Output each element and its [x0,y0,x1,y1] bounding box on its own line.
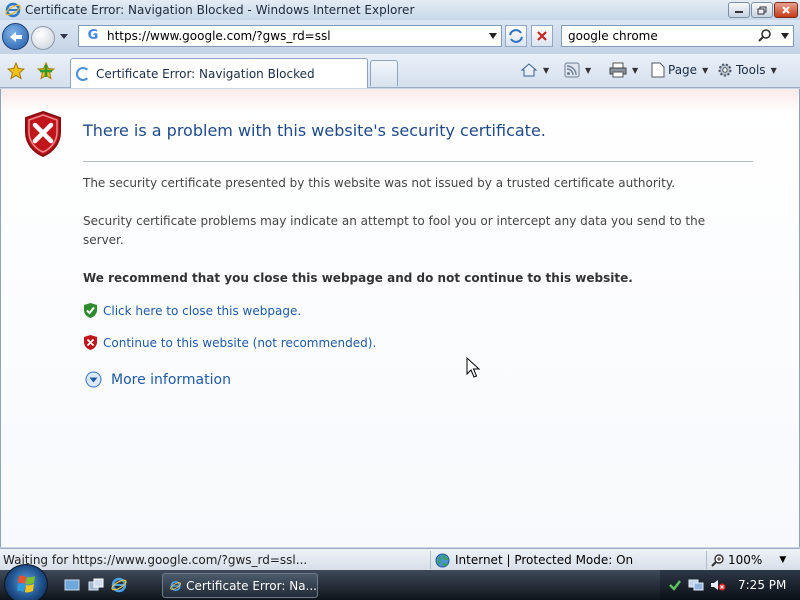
ie-icon [170,580,181,591]
address-bar[interactable]: G https://www.google.com/?gws_rd=ssl [78,25,502,47]
recent-pages-dropdown-icon[interactable] [59,31,69,41]
close-webpage-link[interactable]: Click here to close this webpage. [103,304,301,318]
tab-command-bar: Certificate Error: Navigation Blocked ▼ … [0,54,800,88]
clock[interactable]: 7:25 PM [738,578,786,592]
status-bar: Waiting for https://www.google.com/?gws_… [0,548,800,570]
certificate-explanation: The security certificate presented by th… [83,176,676,190]
search-box[interactable]: google chrome [561,25,794,47]
ie-quicklaunch-icon[interactable] [111,577,127,593]
home-icon [520,63,538,77]
page-dropdown-icon: ▼ [702,65,709,75]
zoom-icon [711,554,724,567]
restore-button[interactable] [751,2,773,18]
address-dropdown-icon[interactable] [489,33,497,39]
globe-icon [435,553,450,567]
zoom-level: 100% [728,553,763,567]
volume-muted-icon[interactable] [710,578,726,592]
error-shield-icon [25,110,61,158]
tools-dropdown-icon: ▼ [770,65,777,75]
minimize-button[interactable] [728,2,750,18]
tray-check-icon[interactable] [668,578,682,592]
taskbar-ie-window[interactable]: Certificate Error: Na... [162,573,318,598]
back-button[interactable] [2,23,29,50]
search-icon[interactable] [757,28,773,44]
minimize-icon [735,11,743,13]
tools-menu[interactable]: Tools ▼ [717,62,777,78]
print-button[interactable]: ▼ [609,62,638,78]
more-information-row[interactable]: More information [85,371,231,388]
add-favorites-icon[interactable] [37,62,55,80]
page-icon [651,62,665,78]
security-warning-text: Security certificate problems may indica… [83,214,706,247]
refresh-button[interactable] [505,25,527,47]
close-icon [782,6,790,14]
more-information-link[interactable]: More information [111,372,231,388]
print-dropdown-icon[interactable]: ▼ [632,66,638,75]
home-button[interactable]: ▼ [520,62,549,78]
google-g-icon: G [87,28,99,43]
feeds-icon [564,62,580,78]
page-content: There is a problem with this website's s… [0,89,800,547]
system-tray: 7:25 PM [660,570,800,600]
expand-circle-icon[interactable] [85,371,102,388]
loading-icon [76,66,90,81]
window-title-bar[interactable]: Certificate Error: Navigation Blocked - … [0,0,800,20]
back-arrow-icon [9,31,22,42]
tab-label: Certificate Error: Navigation Blocked [96,66,315,81]
tools-gear-icon [718,63,732,77]
recommendation-text: We recommend that you close this webpage… [83,271,633,285]
zone-text: Internet | Protected Mode: On [455,553,634,567]
stop-button[interactable] [531,25,553,47]
stop-icon [537,31,547,41]
start-button[interactable] [4,564,48,600]
zoom-control[interactable]: 100% ▼ [706,551,786,569]
window-title: Certificate Error: Navigation Blocked - … [25,3,415,17]
tools-menu-label: Tools [736,63,766,77]
search-dropdown-icon[interactable] [781,33,789,39]
network-icon[interactable] [688,578,704,592]
forward-arrow-icon [32,27,54,49]
search-input[interactable]: google chrome [568,29,658,43]
mouse-cursor-icon [466,357,480,378]
refresh-icon [509,29,523,43]
feeds-dropdown-icon[interactable]: ▼ [585,66,591,75]
close-window-button[interactable] [774,2,798,18]
page-menu[interactable]: Page ▼ [651,62,708,78]
new-tab-button[interactable] [370,60,398,86]
address-url[interactable]: https://www.google.com/?gws_rd=ssl [107,29,331,43]
zoom-dropdown-icon[interactable]: ▼ [779,555,786,565]
red-shield-icon [84,335,97,350]
continue-website-row[interactable]: Continue to this website (not recommende… [83,334,376,351]
windows-taskbar: Certificate Error: Na... 7:25 PM [0,564,800,600]
green-shield-icon [84,303,97,318]
window-controls [728,2,798,18]
security-zone[interactable]: Internet | Protected Mode: On [430,551,633,569]
navigation-bar: G https://www.google.com/?gws_rd=ssl goo… [0,20,800,54]
page-heading: There is a problem with this website's s… [83,121,546,140]
ie-icon [5,2,21,18]
restore-icon [757,6,767,14]
show-desktop-icon[interactable] [64,577,80,593]
home-dropdown-icon[interactable]: ▼ [543,66,549,75]
switch-windows-icon[interactable] [88,577,104,593]
continue-website-link[interactable]: Continue to this website (not recommende… [103,336,376,350]
close-webpage-row[interactable]: Click here to close this webpage. [83,302,301,319]
windows-start-icon [17,575,35,593]
tab-certificate-error[interactable]: Certificate Error: Navigation Blocked [70,58,368,88]
favorites-star-icon[interactable] [7,62,25,80]
heading-divider [83,161,753,162]
taskbar-window-label: Certificate Error: Na... [186,578,317,593]
feeds-button[interactable]: ▼ [564,62,591,78]
forward-button[interactable] [31,26,55,50]
page-menu-label: Page [668,63,698,77]
content-top-gradient [1,89,799,113]
print-icon [609,62,627,78]
